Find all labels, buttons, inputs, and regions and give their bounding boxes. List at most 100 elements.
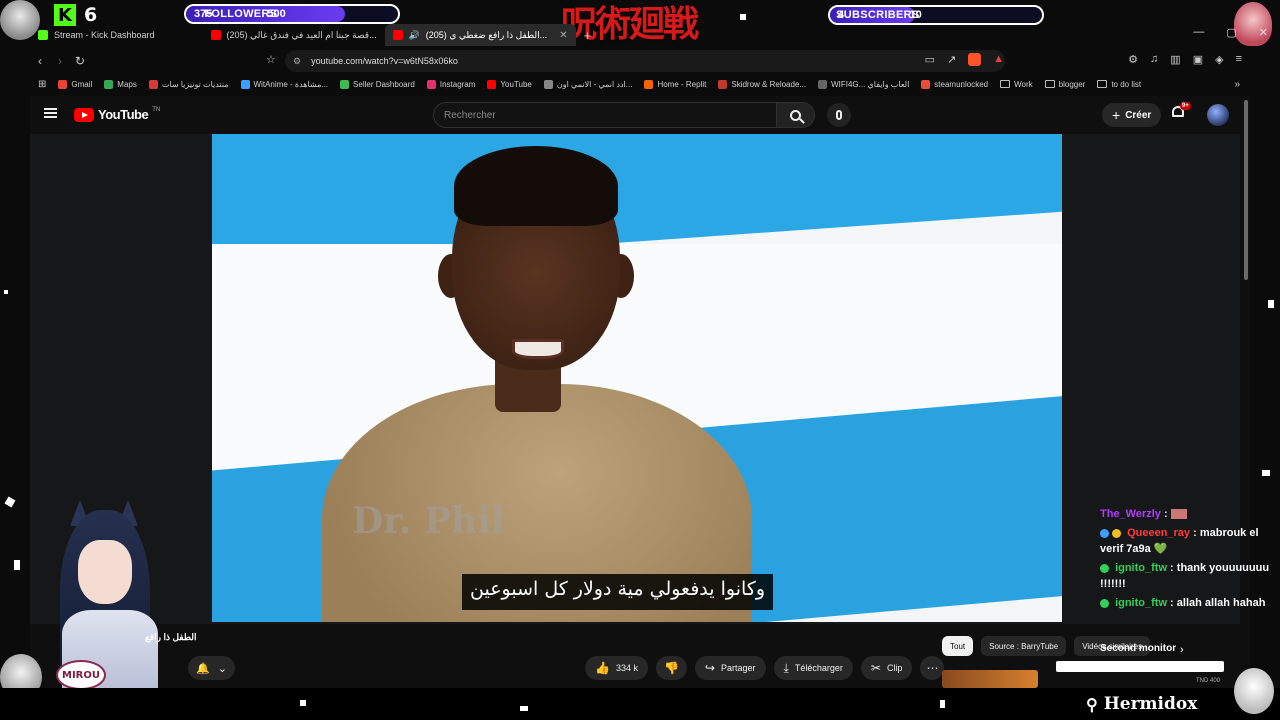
emote-icon — [1170, 509, 1187, 520]
apps-grid-icon[interactable]: ⊞ — [38, 79, 46, 90]
chat-username: ignito_ftw — [1115, 562, 1167, 574]
maximize-button[interactable]: ▢ — [1226, 26, 1236, 39]
extensions-icon[interactable]: ⚙ — [1128, 53, 1138, 66]
kick-logo-icon: K — [54, 4, 76, 26]
subscribers-max: 10 — [909, 9, 922, 21]
new-tab-button[interactable]: + — [576, 24, 600, 46]
bookmark-maps[interactable]: Maps — [104, 79, 137, 89]
bookmark-instagram[interactable]: Instagram — [426, 79, 475, 89]
bookmark-wifi4games[interactable]: WIFI4G... العاب وايفاي — [818, 79, 909, 89]
bookmark-folder-work[interactable]: Work — [1000, 80, 1033, 89]
bookmark-label: Work — [1014, 79, 1033, 89]
tab-kick-dashboard[interactable]: Stream - Kick Dashboard — [30, 24, 163, 46]
microphone-icon — [836, 110, 842, 120]
back-icon[interactable]: ‹ — [30, 54, 50, 68]
youtube-favicon-icon — [210, 30, 221, 40]
subscribe-bell-button[interactable]: 🔔 ⌄ — [188, 656, 235, 680]
tab-youtube-1[interactable]: (205) قصة جبنا ام العيد في فندق غالي... — [203, 24, 385, 46]
chip-source[interactable]: Source : BarryTube — [981, 636, 1067, 656]
bookmark-icon[interactable]: ☆ — [266, 53, 276, 66]
voice-search-button[interactable] — [827, 103, 851, 127]
followers-max: 500 — [267, 8, 286, 20]
chat-badge-icon — [1100, 598, 1109, 608]
show-watermark: Dr. Phil — [352, 500, 505, 542]
confetti-piece — [14, 560, 20, 570]
replit-icon — [644, 79, 654, 89]
forward-icon[interactable]: › — [50, 54, 70, 68]
clip-label: Clip — [886, 663, 903, 673]
seller-icon — [340, 79, 350, 89]
url-field[interactable]: ⚙ youtube.com/watch?v=w6tN58x06ko — [285, 50, 1005, 72]
youtube-play-icon — [74, 107, 94, 122]
bookmark-folder-blogger[interactable]: blogger — [1044, 79, 1086, 89]
chat-username: The_Werzly — [1100, 508, 1161, 520]
tab-title: Stream - Kick Dashboard — [54, 30, 155, 40]
menu-icon[interactable]: ≡ — [1236, 53, 1242, 66]
anime-site-icon — [543, 79, 553, 89]
tab-title: (205) قصة جبنا ام العيد في فندق غالي... — [226, 29, 377, 40]
scrollbar-thumb[interactable] — [1244, 100, 1248, 280]
youtube-logo[interactable]: YouTube TN — [74, 107, 160, 122]
search-box — [433, 102, 777, 128]
rewards-icon[interactable]: ▲ — [993, 53, 1004, 66]
account-avatar[interactable] — [1207, 104, 1229, 126]
cast-icon[interactable]: ▭ — [925, 53, 935, 66]
site-info-icon[interactable]: ⚙ — [293, 56, 301, 67]
bookmark-label: blogger — [1058, 79, 1086, 89]
video-subtitle: وكانوا يدفعولي مية دولار كل اسبوعين — [462, 574, 774, 610]
bookmark-witanime[interactable]: WitAnime - مشاهدة... — [240, 79, 329, 89]
skidrow-icon — [718, 79, 728, 89]
thumbs-up-icon: 👍 — [595, 661, 610, 675]
chat-username: Queeen_ray — [1127, 527, 1191, 539]
brand-watermark: ⚲ Hermidox — [1086, 694, 1197, 714]
media-icon[interactable]: ♫ — [1150, 53, 1158, 66]
minimize-button[interactable]: — — [1193, 26, 1204, 39]
person-hair — [454, 146, 618, 226]
witanime-icon — [240, 79, 250, 89]
video-player[interactable]: Dr. Phil وكانوا يدفعولي مية دولار كل اسب… — [212, 134, 1062, 622]
maps-icon — [104, 79, 114, 89]
vtuber-avatar — [40, 500, 170, 690]
share-page-icon[interactable]: ↗ — [947, 53, 956, 66]
create-button[interactable]: + Créer — [1102, 103, 1162, 127]
bookmark-label: Home - Replit — [657, 79, 707, 89]
bookmark-label: Seller Dashboard — [353, 79, 415, 89]
vpn-icon[interactable]: ◈ — [1215, 53, 1223, 66]
download-button[interactable]: ⤓ Télécharger — [773, 656, 853, 680]
search-button[interactable] — [777, 102, 815, 128]
more-actions-button[interactable]: ⋯ — [920, 656, 945, 680]
sticker-character-bottom-right — [1234, 668, 1274, 714]
share-label: Partager — [721, 663, 756, 673]
sidebar-icon[interactable]: ▥ — [1170, 53, 1180, 66]
subscribers-goal-bar: 4 SUBSCRIBERS 10 — [828, 5, 1044, 25]
dislike-button[interactable]: 👎 — [655, 656, 687, 680]
bookmark-tunisia-sat[interactable]: منتديات تونيزيا سات — [148, 79, 229, 89]
share-button[interactable]: ↪ Partager — [694, 656, 766, 680]
reload-icon[interactable]: ↻ — [70, 54, 90, 68]
tab-youtube-active[interactable]: 🔊 (205) الطفل ذا رافع ضغطي ي... ✕ — [384, 24, 576, 46]
recommended-thumbnail[interactable] — [942, 670, 1038, 688]
bookmark-gmail[interactable]: Gmail — [58, 79, 92, 89]
bookmark-anime-site[interactable]: ادد انمي - الانمي اون... — [543, 79, 632, 89]
bookmark-label: WitAnime - مشاهدة... — [253, 79, 329, 89]
wallet-icon[interactable]: ▣ — [1193, 53, 1203, 66]
bookmark-steamunlocked[interactable]: steamunlocked — [921, 79, 989, 89]
bookmark-skidrow[interactable]: Skidrow & Reloade... — [718, 79, 806, 89]
bookmark-youtube[interactable]: YouTube — [487, 79, 532, 89]
bookmark-label: steamunlocked — [934, 79, 989, 89]
close-window-button[interactable]: ✕ — [1259, 26, 1268, 39]
like-count: 334 k — [615, 663, 638, 673]
download-label: Télécharger — [794, 663, 843, 673]
bookmark-replit[interactable]: Home - Replit — [644, 79, 707, 89]
like-button[interactable]: 👍 334 k — [585, 656, 648, 680]
brave-shield-icon[interactable] — [968, 53, 982, 66]
hamburger-menu-icon[interactable] — [44, 108, 57, 118]
chip-all[interactable]: Tout — [942, 636, 974, 656]
folder-icon — [1000, 80, 1011, 88]
clip-button[interactable]: ✂ Clip — [860, 656, 913, 680]
close-tab-icon[interactable]: ✕ — [559, 30, 567, 41]
bookmark-folder-todo[interactable]: to do list — [1097, 80, 1141, 89]
search-input[interactable] — [444, 109, 776, 121]
more-bookmarks-icon[interactable]: » — [1234, 79, 1240, 90]
bookmark-seller-dashboard[interactable]: Seller Dashboard — [340, 79, 415, 89]
